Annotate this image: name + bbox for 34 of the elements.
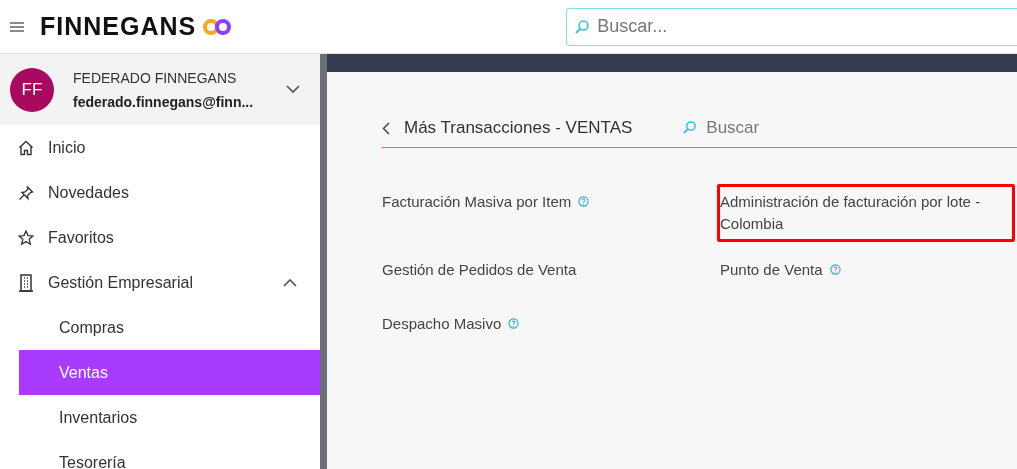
transaction-link[interactable]: Gestión de Pedidos de Venta: [382, 259, 577, 281]
sidebar-subitem[interactable]: Compras: [19, 305, 320, 350]
search-icon: [682, 120, 698, 135]
transaction-link[interactable]: Despacho Masivo: [382, 313, 502, 335]
user-name: FEDERADO FINNEGANS: [73, 69, 238, 86]
sidebar-subitem[interactable]: Tesorería: [19, 440, 320, 469]
search-field[interactable]: Buscar...: [566, 7, 1017, 46]
page-title: Más Transacciones - VENTAS: [404, 118, 633, 138]
chevron-icon[interactable]: [286, 85, 300, 94]
sidebar-item[interactable]: Favoritos: [0, 215, 320, 260]
help-icon[interactable]: [829, 264, 841, 275]
home-icon: [18, 139, 34, 156]
sidebar-item[interactable]: Gestión Empresarial: [0, 260, 320, 305]
back-icon[interactable]: [382, 121, 390, 135]
transaction-link[interactable]: Punto de Venta: [720, 259, 823, 281]
brand-name: FINNEGANS: [40, 12, 197, 41]
star-icon: [18, 229, 34, 246]
user-avatar: FF: [10, 67, 54, 112]
sidebar-subitem[interactable]: Ventas: [19, 350, 320, 395]
sidebar-subitem[interactable]: Inventarios: [19, 395, 320, 440]
menu-icon[interactable]: [10, 21, 24, 32]
user-email: federado.finnegans@finn...: [73, 93, 255, 110]
sidebar-item[interactable]: Novedades: [0, 170, 320, 215]
transaction-link[interactable]: Facturación Masiva por Item: [382, 191, 572, 213]
transaction-link[interactable]: Administración de facturación por lote - Colombia: [720, 191, 1012, 235]
logo-icon: [202, 17, 233, 36]
help-icon[interactable]: [508, 318, 520, 329]
pin-icon: [18, 184, 34, 201]
sidebar-item[interactable]: Inicio: [0, 125, 320, 170]
scrollbar[interactable]: [320, 54, 327, 469]
help-icon[interactable]: [578, 196, 590, 207]
building-icon: [18, 273, 34, 292]
search-icon: [574, 18, 591, 35]
search-field[interactable]: Buscar: [682, 117, 883, 139]
